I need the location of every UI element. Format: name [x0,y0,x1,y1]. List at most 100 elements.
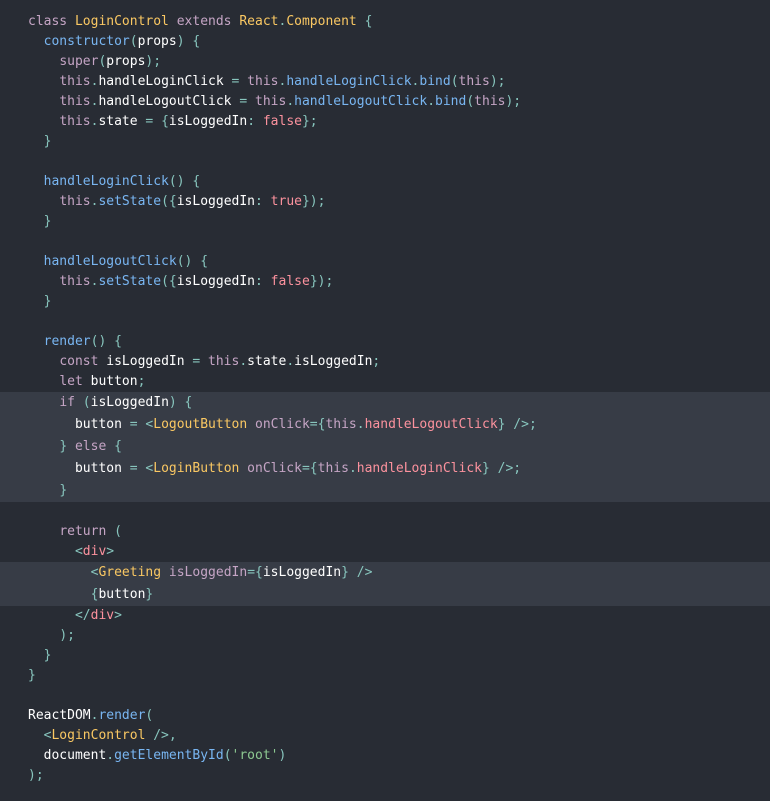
code-line: } [0,666,770,686]
code-line: document.getElementById('root') [0,746,770,766]
code-line: let button; [0,372,770,392]
code-token: this [247,74,279,89]
code-token: handleLogoutClick [294,94,428,109]
code-token: () { [90,334,122,349]
code-token: ); [505,94,522,109]
code-token: ); [28,768,44,783]
code-token: div [90,608,115,623]
code-token: class [28,14,75,29]
code-line: this.handleLogoutClick = this.handleLogo… [0,92,770,112]
code-token: this [325,417,357,432]
code-token: ( [223,748,232,763]
code-token: ); [145,54,162,69]
code-token: </ [74,608,91,623]
code-line: <Greeting isLoggedIn={isLoggedIn} /> [0,562,770,584]
code-token: this [59,94,91,109]
code-token: const [59,354,107,369]
code-token: handleLoginClick [43,174,169,189]
code-token: } />; [482,461,522,476]
code-token: = [231,74,248,89]
code-token: this [59,194,91,209]
code-token: render [98,708,146,723]
code-line [0,502,770,522]
code-token: handleLoginClick [356,461,482,476]
code-line: } [0,480,770,502]
code-token: } [43,134,52,149]
code-token: } [145,587,154,602]
code-token: state [247,354,287,369]
code-token: React [239,14,279,29]
code-token: button [74,461,130,476]
code-line: } [0,646,770,666]
code-line: super(props); [0,52,770,72]
code-token: . [348,461,357,476]
code-token: props [106,54,146,69]
code-token: isLoggedIn [294,354,373,369]
code-line [0,152,770,172]
code-line: this.state = {isLoggedIn: false}; [0,112,770,132]
code-line: handleLoginClick() { [0,172,770,192]
code-token: } [28,668,36,683]
code-token: isLoggedIn [176,194,256,209]
code-token: setState [98,274,162,289]
code-token: bind [419,74,451,89]
code-token: />, [153,728,177,743]
code-token: () { [176,254,209,269]
code-token: handleLogoutClick [43,254,177,269]
code-token: false [262,114,302,129]
code-line: this.setState({isLoggedIn: true}); [0,192,770,212]
code-token: true [270,194,302,209]
code-token: ( [114,524,122,539]
code-token: handleLoginClick [98,74,232,89]
code-token: }); [309,274,334,289]
code-line: this.handleLoginClick = this.handleLogin… [0,72,770,92]
code-token: ); [59,628,75,643]
code-line [0,686,770,706]
code-token: . [286,94,295,109]
code-token: this [59,114,91,129]
code-token: isLoggedIn [90,395,169,410]
code-token: } /> [341,565,373,580]
code-line: render() { [0,332,770,352]
code-token: ( [129,34,138,49]
code-token: setState [98,194,162,209]
code-line: ); [0,766,770,786]
code-token: this [474,94,506,109]
code-line: ReactDOM.render( [0,706,770,726]
code-line: class LoginControl extends React.Compone… [0,12,770,32]
code-line [0,232,770,252]
code-token: extends [176,14,240,29]
code-token: ( [450,74,459,89]
code-token: () { [168,174,201,189]
code-token: ({ [161,274,177,289]
code-token: false [270,274,310,289]
code-token: handleLoginClick [286,74,412,89]
code-token: ({ [161,194,177,209]
code-line: <LoginControl />, [0,726,770,746]
code-token: } [43,214,52,229]
code-token: { [364,14,373,29]
code-token: = { [145,114,169,129]
code-token: 'root' [231,748,279,763]
code-token: ; [372,354,381,369]
code-token: . [427,94,436,109]
code-line: const isLoggedIn = this.state.isLoggedIn… [0,352,770,372]
code-token: render [43,334,91,349]
code-token: = < [129,461,154,476]
code-token: onClick [255,417,310,432]
code-token: ReactDOM [28,708,91,723]
